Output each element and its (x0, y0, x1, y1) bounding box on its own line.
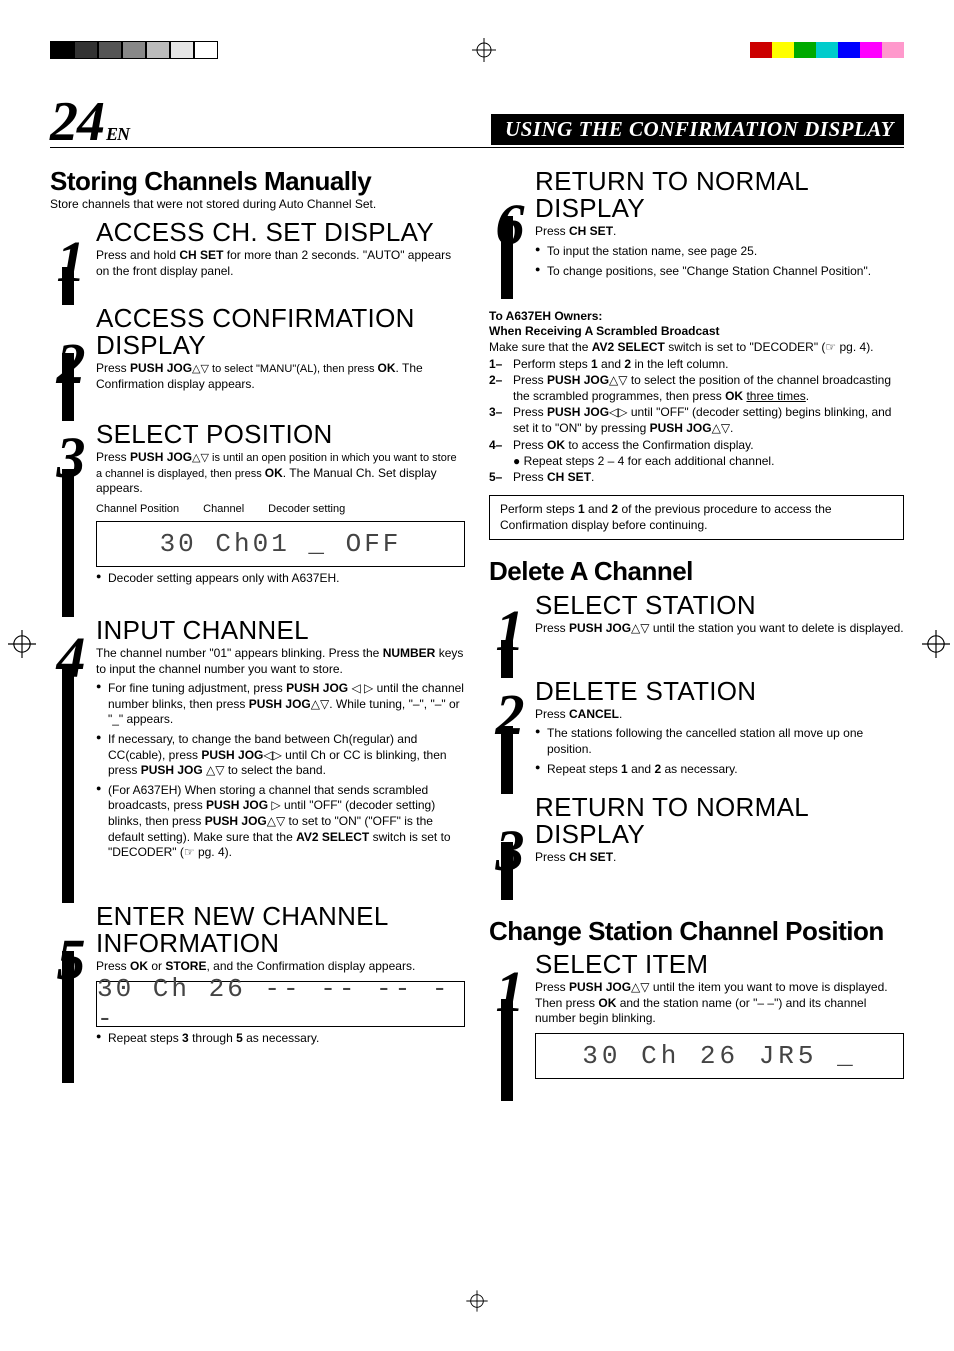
step6-bullets: To input the station name, see page 25. … (535, 244, 904, 279)
owners-intro: Make sure that the AV2 SELECT switch is … (489, 340, 904, 356)
print-marks-top (50, 30, 904, 70)
step2-title: ACCESS CONFIRMATION DISPLAY (96, 305, 465, 360)
note-box: Perform steps 1 and 2 of the previous pr… (489, 495, 904, 540)
right-column: 6 RETURN TO NORMAL DISPLAY Press CH SET.… (489, 162, 904, 1101)
segment-display: 30 Ch 26 JR5 _ (535, 1033, 904, 1079)
segment-display: 30 Ch01 _ OFF (96, 521, 465, 567)
step4-title: INPUT CHANNEL (96, 617, 465, 644)
owners-heading: To A637EH Owners: (489, 309, 904, 325)
delete-step3-title: RETURN TO NORMAL DISPLAY (535, 794, 904, 849)
step6-body: Press CH SET. (535, 224, 904, 240)
registration-mark-icon (8, 630, 36, 658)
delete-step2-title: DELETE STATION (535, 678, 904, 705)
segment-display: 30 Ch 26 -- -- -- -- (96, 981, 465, 1027)
step4-bullets: For fine tuning adjustment, press PUSH J… (96, 681, 465, 861)
step4-body: The channel number "01" appears blinking… (96, 646, 465, 677)
step1-body: Press and hold CH SET for more than 2 se… (96, 248, 465, 279)
left-column: Storing Channels Manually Store channels… (50, 162, 465, 1101)
step3-body: Press PUSH JOG△▽ is until an open positi… (96, 450, 465, 497)
change-step1-body: Press PUSH JOG△▽ until the item you want… (535, 980, 904, 1027)
store-intro: Store channels that were not stored duri… (50, 197, 465, 213)
section-heading-storing: Storing Channels Manually (50, 168, 465, 195)
page-title: USING THE CONFIRMATION DISPLAY (491, 114, 904, 145)
step5-repeat: Repeat steps 3 through 5 as necessary. (96, 1031, 465, 1047)
step6-title: RETURN TO NORMAL DISPLAY (535, 168, 904, 223)
registration-mark-icon (472, 38, 496, 62)
section-heading-change: Change Station Channel Position (489, 918, 904, 945)
step5-title: ENTER NEW CHANNEL INFORMATION (96, 903, 465, 958)
mono-swatches (50, 41, 218, 59)
owners-subheading: When Receiving A Scrambled Broadcast (489, 324, 904, 340)
step2-body: Press PUSH JOG△▽ to select "MANU"(AL), t… (96, 361, 465, 392)
delete-step2-bullets: The stations following the cancelled sta… (535, 726, 904, 777)
section-heading-delete: Delete A Channel (489, 558, 904, 585)
owners-steps: 1–Perform steps 1 and 2 in the left colu… (489, 356, 904, 486)
delete-step1-body: Press PUSH JOG△▽ until the station you w… (535, 621, 904, 637)
color-swatches (750, 42, 904, 58)
step1-title: ACCESS CH. SET DISPLAY (96, 219, 465, 246)
registration-mark-icon (465, 1289, 489, 1313)
page-lang: EN (106, 124, 129, 144)
delete-step1-title: SELECT STATION (535, 592, 904, 619)
display-labels: Channel Position Channel Decoder setting (96, 503, 465, 515)
page-number-value: 24 (50, 91, 104, 153)
step5-body: Press OK or STORE, and the Confirmation … (96, 959, 465, 975)
delete-step2-body: Press CANCEL. (535, 707, 904, 723)
page-number: 24EN (50, 100, 129, 145)
registration-mark-icon (922, 630, 950, 658)
page-header: 24EN USING THE CONFIRMATION DISPLAY (50, 100, 904, 148)
step3-note: Decoder setting appears only with A637EH… (96, 571, 465, 587)
step3-title: SELECT POSITION (96, 421, 465, 448)
delete-step3-body: Press CH SET. (535, 850, 904, 866)
change-step1-title: SELECT ITEM (535, 951, 904, 978)
